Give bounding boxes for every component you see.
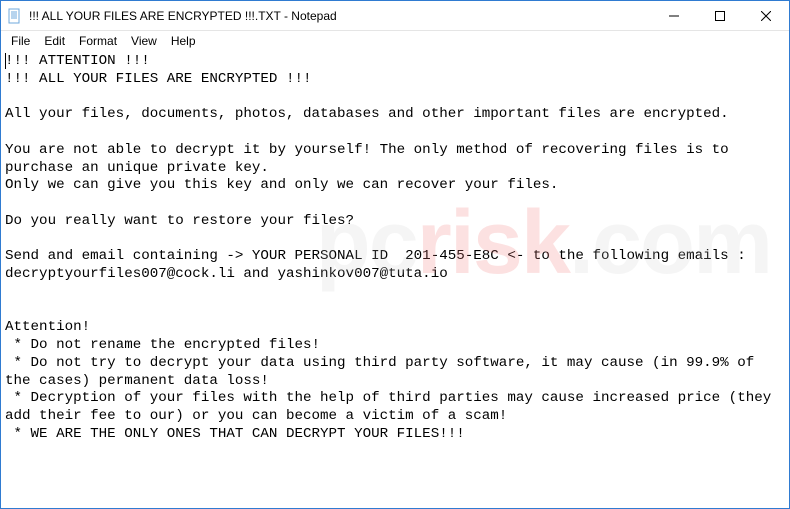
notepad-window: !!! ALL YOUR FILES ARE ENCRYPTED !!!.TXT… xyxy=(0,0,790,509)
minimize-button[interactable] xyxy=(651,1,697,30)
window-title: !!! ALL YOUR FILES ARE ENCRYPTED !!!.TXT… xyxy=(29,9,337,23)
text-cursor-icon xyxy=(5,53,6,69)
menu-format[interactable]: Format xyxy=(73,33,123,49)
menu-file[interactable]: File xyxy=(5,33,36,49)
document-body: !!! ATTENTION !!! !!! ALL YOUR FILES ARE… xyxy=(5,53,780,442)
text-area[interactable]: !!! ATTENTION !!! !!! ALL YOUR FILES ARE… xyxy=(1,51,789,508)
menubar: File Edit Format View Help xyxy=(1,31,789,51)
close-button[interactable] xyxy=(743,1,789,30)
watermark: pcrisk.com xyxy=(316,187,771,300)
menu-edit[interactable]: Edit xyxy=(38,33,71,49)
window-controls xyxy=(651,1,789,30)
titlebar[interactable]: !!! ALL YOUR FILES ARE ENCRYPTED !!!.TXT… xyxy=(1,1,789,31)
notepad-icon xyxy=(7,8,23,24)
maximize-button[interactable] xyxy=(697,1,743,30)
menu-help[interactable]: Help xyxy=(165,33,202,49)
menu-view[interactable]: View xyxy=(125,33,163,49)
titlebar-left: !!! ALL YOUR FILES ARE ENCRYPTED !!!.TXT… xyxy=(7,8,337,24)
